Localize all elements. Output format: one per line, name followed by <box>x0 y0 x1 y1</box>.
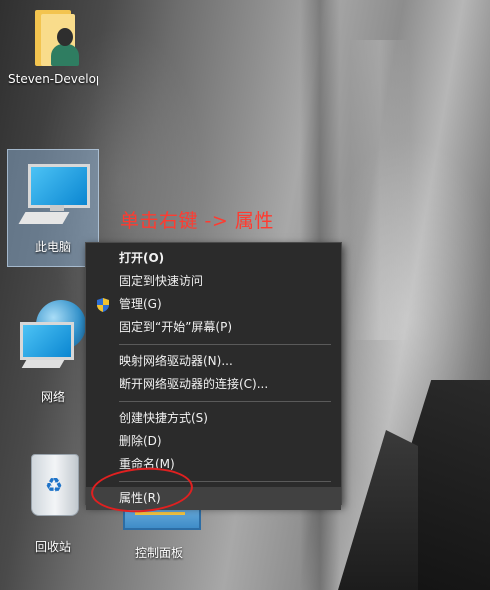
menu-item-disconnect-network-drive[interactable]: 断开网络驱动器的连接(C)... <box>86 373 341 396</box>
menu-item-label: 重命名(M) <box>119 457 175 471</box>
menu-item-label: 映射网络驱动器(N)... <box>119 354 233 368</box>
menu-item-create-shortcut[interactable]: 创建快捷方式(S) <box>86 407 341 430</box>
menu-item-label: 固定到快速访问 <box>119 274 204 288</box>
menu-separator <box>119 344 331 345</box>
menu-item-pin-quick-access[interactable]: 固定到快速访问 <box>86 270 341 293</box>
uac-shield-icon <box>97 298 109 312</box>
menu-item-rename[interactable]: 重命名(M) <box>86 453 341 476</box>
this-pc-icon <box>18 158 90 228</box>
menu-item-properties[interactable]: 属性(R) <box>86 487 341 510</box>
menu-item-label: 创建快捷方式(S) <box>119 411 208 425</box>
menu-item-label: 删除(D) <box>119 434 162 448</box>
desktop-icon-label: 控制面板 <box>134 546 183 560</box>
recycle-bin-icon: ♻ <box>23 448 83 518</box>
context-menu: 打开(O) 固定到快速访问 管理(G) 固定到“开始”屏幕(P) 映射网络驱动器… <box>85 242 342 510</box>
wallpaper-rock-highlight <box>350 40 410 340</box>
menu-item-delete[interactable]: 删除(D) <box>86 430 341 453</box>
menu-item-label: 打开(O) <box>119 251 165 265</box>
recycle-symbol-icon: ♻ <box>45 473 63 497</box>
user-folder-icon <box>25 8 81 68</box>
desktop-icon-label: Steven-Develop… <box>8 72 98 86</box>
menu-item-label: 固定到“开始”屏幕(P) <box>119 320 233 334</box>
menu-separator <box>119 401 331 402</box>
menu-item-label: 断开网络驱动器的连接(C)... <box>119 377 269 391</box>
menu-item-label: 管理(G) <box>119 297 162 311</box>
desktop-icon-label: 回收站 <box>34 540 71 554</box>
wallpaper-dark-rock-lower <box>338 430 418 590</box>
menu-item-map-network-drive[interactable]: 映射网络驱动器(N)... <box>86 350 341 373</box>
menu-item-manage[interactable]: 管理(G) <box>86 293 341 316</box>
menu-item-open[interactable]: 打开(O) <box>86 247 341 270</box>
menu-item-pin-start[interactable]: 固定到“开始”屏幕(P) <box>86 316 341 339</box>
network-icon <box>18 300 88 370</box>
menu-item-label: 属性(R) <box>119 491 161 505</box>
annotation-text: 单击右键 -> 属性 <box>120 210 274 232</box>
desktop-icon-user-folder[interactable]: Steven-Develop… <box>8 8 98 86</box>
menu-separator <box>119 481 331 482</box>
